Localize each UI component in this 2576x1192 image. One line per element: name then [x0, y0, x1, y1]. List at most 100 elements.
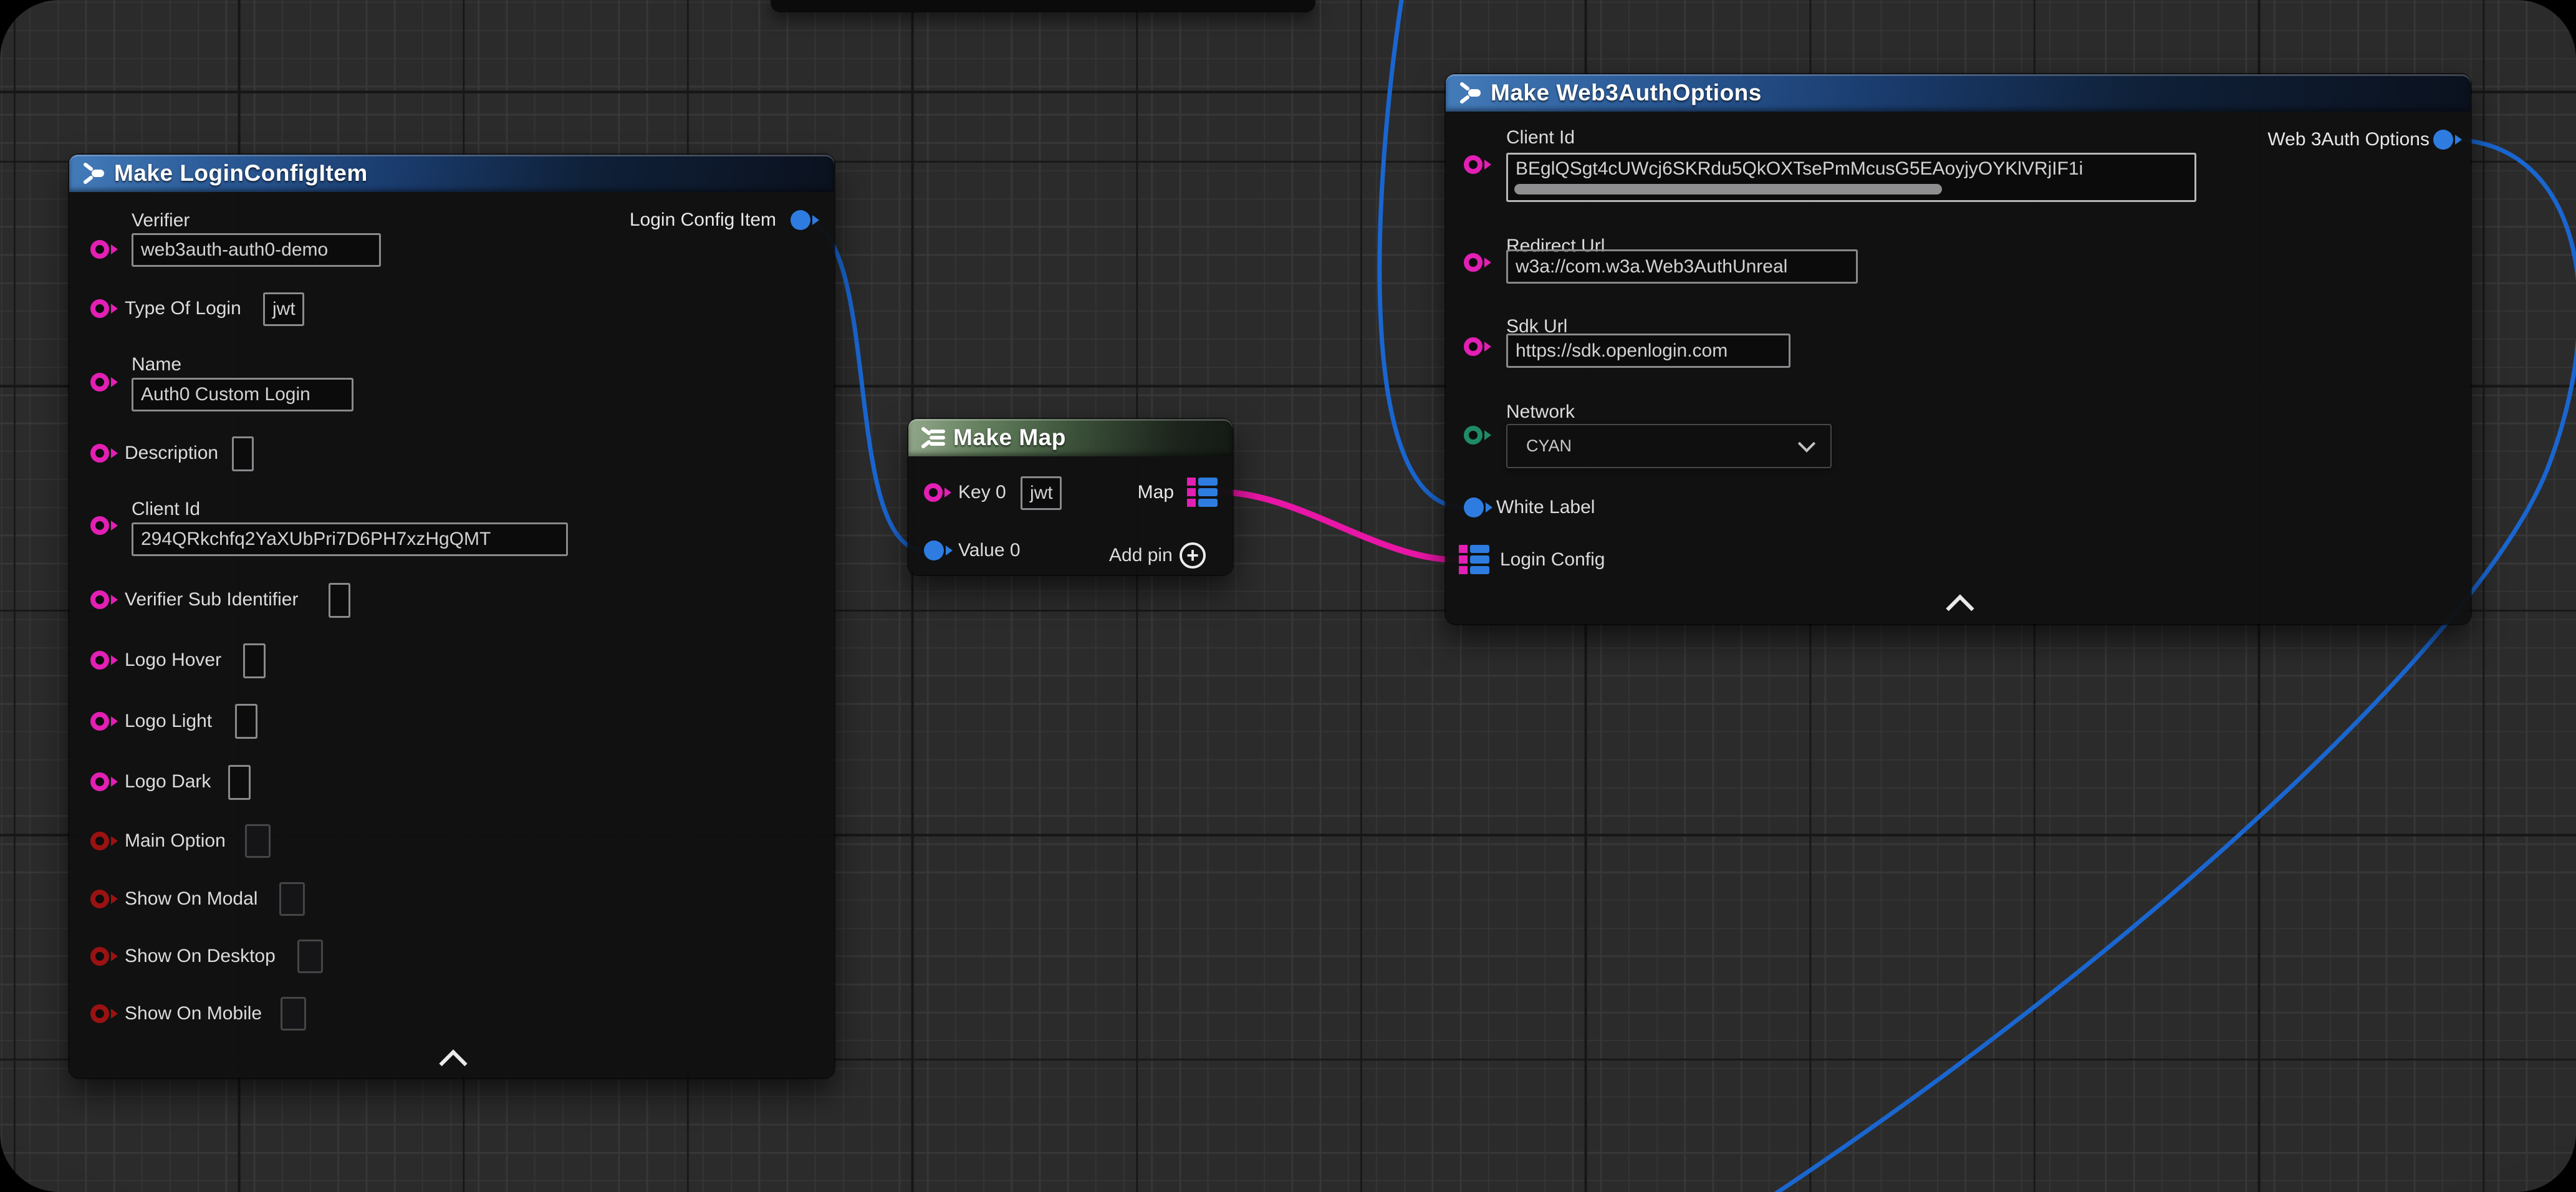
show-on-modal-label: Show On Modal — [125, 887, 257, 911]
wire-map-to-login-config[interactable] — [1216, 492, 1457, 560]
type-of-login-value: jwt — [272, 299, 296, 320]
main-option-checkbox[interactable] — [245, 824, 271, 858]
blueprint-graph-canvas[interactable]: Make LoginConfigItemVerifierweb3auth-aut… — [0, 0, 2576, 1192]
pin-arrow — [111, 595, 118, 605]
pin-circle — [1464, 337, 1483, 356]
redirect-url-pin[interactable] — [1464, 252, 1491, 272]
client-id-pin[interactable] — [90, 516, 118, 536]
login-config-label: Login Config — [1500, 548, 1605, 572]
logo-dark-input[interactable] — [228, 765, 251, 800]
login-config-item-output-label: Login Config Item — [630, 208, 776, 232]
node-header-make-map[interactable]: Make Map — [908, 419, 1233, 456]
client-id-input[interactable]: BEglQSgt4cUWcj6SKRdu5QkOXTsePmMcusG5EAoy… — [1506, 153, 2196, 202]
white-label-pin[interactable] — [1464, 497, 1492, 517]
client-id-scrollbar[interactable] — [1514, 184, 1942, 195]
show-on-modal-pin[interactable] — [90, 889, 118, 909]
logo-dark-pin[interactable] — [90, 772, 118, 792]
pin-arrow — [111, 521, 118, 531]
pin-circle — [90, 299, 109, 318]
show-on-mobile-pin[interactable] — [90, 1004, 118, 1024]
pin-circle — [791, 210, 810, 230]
node-make-login-config-item[interactable]: Make LoginConfigItemVerifierweb3auth-aut… — [69, 155, 834, 1078]
pin-circle — [90, 772, 109, 791]
login-config-item-output-pin[interactable] — [791, 210, 819, 230]
pin-arrow — [812, 215, 819, 225]
name-input[interactable]: Auth0 Custom Login — [132, 378, 353, 411]
main-option-pin[interactable] — [90, 831, 118, 851]
pin-circle — [90, 590, 109, 609]
offscreen-node-bottom-edge[interactable] — [771, 0, 1315, 12]
sdk-url-input[interactable]: https://sdk.openlogin.com — [1506, 334, 1790, 368]
client-id-label: Client Id — [1506, 126, 1575, 150]
show-on-mobile-checkbox[interactable] — [281, 997, 306, 1031]
verifier-input[interactable]: web3auth-auth0-demo — [132, 233, 381, 267]
redirect-url-input[interactable]: w3a://com.w3a.Web3AuthUnreal — [1506, 249, 1858, 284]
pin-arrow — [111, 244, 118, 254]
collapse-node-button[interactable] — [1946, 594, 1974, 622]
map-value-cell — [1470, 555, 1489, 564]
add-pin-button[interactable]: + — [1180, 542, 1206, 569]
key-0-input[interactable]: jwt — [1021, 476, 1062, 510]
value-0-pin[interactable] — [924, 541, 953, 560]
web-3auth-options-output-pin[interactable] — [2433, 130, 2462, 150]
show-on-modal-checkbox[interactable] — [279, 882, 305, 916]
client-id-value: BEglQSgt4cUWcj6SKRdu5QkOXTsePmMcusG5EAoy… — [1516, 158, 2083, 180]
pin-circle — [90, 651, 109, 670]
logo-hover-pin[interactable] — [90, 650, 118, 670]
show-on-desktop-checkbox[interactable] — [297, 940, 323, 973]
login-config-pin[interactable] — [1459, 545, 1489, 574]
verifier-sub-identifier-input[interactable] — [329, 583, 350, 618]
map-key-cell — [1459, 566, 1468, 574]
show-on-mobile-label: Show On Mobile — [125, 1002, 262, 1026]
map-value-cell — [1198, 478, 1218, 486]
map-key-cell — [1187, 478, 1196, 486]
name-pin[interactable] — [90, 372, 118, 392]
collapse-node-button[interactable] — [439, 1049, 467, 1077]
show-on-desktop-pin[interactable] — [90, 946, 118, 966]
map-key-cell — [1187, 499, 1196, 507]
type-of-login-input[interactable]: jwt — [263, 292, 304, 326]
client-id-pin[interactable] — [1464, 155, 1491, 175]
logo-light-pin[interactable] — [90, 711, 118, 731]
pin-arrow — [2455, 135, 2462, 145]
logo-hover-label: Logo Hover — [125, 648, 221, 672]
key-0-label: Key 0 — [958, 481, 1006, 504]
value-0-label: Value 0 — [958, 539, 1021, 562]
node-header-make-login-config-item[interactable]: Make LoginConfigItem — [69, 155, 834, 192]
verifier-sub-identifier-pin[interactable] — [90, 590, 118, 610]
description-pin[interactable] — [90, 443, 118, 463]
logo-hover-input[interactable] — [243, 643, 266, 678]
node-header-make-web3auth-options[interactable]: Make Web3AuthOptions — [1446, 74, 2471, 112]
key-0-pin[interactable] — [924, 483, 951, 502]
pin-arrow — [111, 836, 118, 846]
key-0-value: jwt — [1030, 483, 1053, 504]
pin-arrow — [111, 655, 118, 665]
verifier-pin[interactable] — [90, 239, 118, 259]
network-pin[interactable] — [1464, 425, 1491, 445]
type-of-login-pin[interactable] — [90, 299, 118, 319]
map-output-pin[interactable] — [1187, 478, 1218, 507]
map-value-cell — [1198, 488, 1218, 496]
client-id-value: 294QRkchfq2YaXUbPri7D6PH7xzHgQMT — [141, 529, 491, 550]
description-input[interactable] — [232, 436, 254, 471]
pin-circle — [2433, 130, 2453, 150]
pin-circle — [90, 1004, 109, 1023]
logo-light-input[interactable] — [235, 704, 257, 739]
type-of-login-label: Type Of Login — [125, 297, 241, 320]
logo-dark-label: Logo Dark — [125, 770, 211, 794]
node-make-map[interactable]: Make MapKey 0jwtValue 0MapAdd pin+ — [908, 419, 1233, 575]
client-id-input[interactable]: 294QRkchfq2YaXUbPri7D6PH7xzHgQMT — [132, 522, 568, 556]
pin-arrow — [111, 951, 118, 961]
network-dropdown[interactable]: CYAN — [1506, 424, 1832, 468]
sdk-url-pin[interactable] — [1464, 337, 1491, 357]
description-label: Description — [125, 441, 218, 465]
pin-arrow — [1484, 160, 1491, 170]
pin-circle — [90, 373, 109, 392]
make-map-icon — [918, 423, 947, 452]
chevron-down-icon — [1798, 435, 1815, 452]
node-make-web3auth-options[interactable]: Make Web3AuthOptions Client Id BEglQSgt4cU… — [1446, 74, 2471, 624]
map-value-cell — [1470, 566, 1489, 574]
make-struct-icon — [1456, 79, 1484, 107]
white-label-label: White Label — [1496, 496, 1595, 519]
verifier-value: web3auth-auth0-demo — [141, 239, 328, 261]
